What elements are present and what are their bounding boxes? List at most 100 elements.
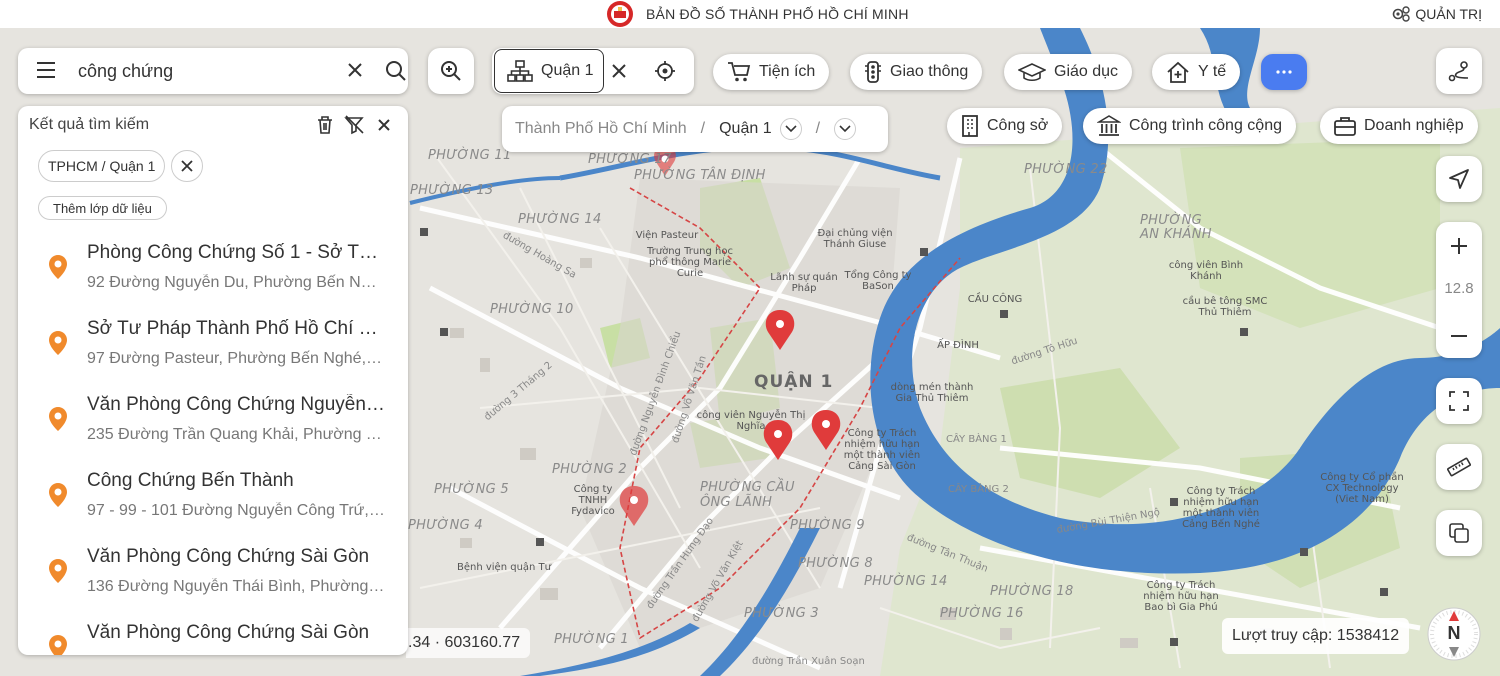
zoom-in-button[interactable] — [1436, 224, 1482, 268]
locate-region-button[interactable] — [654, 60, 676, 87]
map-poi-label: công viên Nguyễn Thị Nghĩa — [696, 410, 806, 432]
region-button[interactable]: Quận 1 — [494, 49, 604, 93]
region-label: Quận 1 — [541, 62, 594, 79]
category-tien-ich[interactable]: Tiện ích — [713, 54, 830, 90]
compass-button[interactable]: N — [1426, 606, 1482, 662]
map-poi-label: Tổng Công ty BaSon — [844, 270, 912, 292]
app-title: BẢN ĐỒ SỐ THÀNH PHỐ HỒ CHÍ MINH — [646, 6, 909, 22]
search-results-panel: Kết quả tìm kiếm TPHCM / Quận 1 Thêm lớp… — [18, 106, 408, 655]
map-poi-label: Bệnh viện quận Tư — [456, 562, 551, 573]
map-poi-label: công viên Bình Khánh — [1168, 260, 1244, 282]
breadcrumb-city[interactable]: Thành Phố Hồ Chí Minh — [515, 120, 687, 138]
breadcrumb-separator: / — [815, 120, 821, 137]
map-ward-label: PHƯỜNG 4 — [408, 518, 483, 533]
result-item[interactable]: Văn Phòng Công Chứng Sài Gòn 136 Đường N… — [18, 538, 408, 614]
close-panel-button[interactable] — [374, 115, 394, 135]
result-name: Phòng Công Chứng Số 1 - Sở Tư Pháp — [87, 242, 385, 263]
result-item[interactable]: Văn Phòng Công Chứng Sài Gòn — [18, 614, 408, 655]
close-icon — [612, 64, 626, 78]
result-item[interactable]: Công Chứng Bến Thành 97 - 99 - 101 Đường… — [18, 462, 408, 538]
result-name: Sở Tư Pháp Thành Phố Hồ Chí Minh — [87, 318, 385, 339]
measure-button[interactable] — [1436, 444, 1482, 490]
medical-house-icon — [1167, 61, 1189, 83]
more-categories-button[interactable] — [1261, 54, 1307, 90]
visit-counter: Lượt truy cập: 1538412 — [1222, 618, 1410, 654]
map-poi-label: Đại chủng viện Thánh Giuse — [817, 228, 893, 250]
district-dropdown-button[interactable] — [779, 118, 802, 140]
clear-search-button[interactable] — [346, 61, 364, 84]
category-cong-so[interactable]: Công sở — [947, 108, 1063, 144]
fullscreen-button[interactable] — [1436, 378, 1482, 424]
result-name: Công Chứng Bến Thành — [87, 470, 294, 491]
result-item[interactable]: Văn Phòng Công Chứng Nguyễn Huệ 235 Đườn… — [18, 386, 408, 462]
region-selector: Quận 1 — [492, 48, 694, 94]
add-data-layer-button[interactable]: Thêm lớp dữ liệu — [38, 196, 167, 220]
building-icon — [962, 115, 978, 137]
map-poi-label: Viện Pasteur — [635, 230, 699, 241]
results-list: Phòng Công Chứng Số 1 - Sở Tư Pháp 92 Đư… — [18, 234, 408, 655]
cart-icon — [728, 62, 751, 82]
map-street-label: CÂY BÀNG 2 — [948, 484, 1009, 495]
menu-button[interactable] — [36, 61, 56, 84]
zoom-in-search-icon — [441, 61, 461, 81]
category-cong-trinh-cong-cong[interactable]: Công trình công cộng — [1083, 108, 1296, 144]
zoom-level: 12.8 — [1444, 280, 1474, 297]
map-ward-label: PHƯỜNG 16 — [940, 606, 1024, 621]
category-giao-thong[interactable]: Giao thông — [850, 54, 983, 90]
traffic-light-icon — [865, 61, 881, 83]
map-ward-label: PHƯỜNG AN KHÁNH — [1140, 213, 1212, 242]
category-label: Tiện ích — [759, 63, 816, 80]
map-ward-label: PHƯỜNG 18 — [990, 584, 1074, 599]
crosshair-icon — [655, 61, 675, 81]
coordinate-readout: .34 · 603160.77 — [406, 628, 531, 658]
close-icon — [378, 119, 390, 131]
search-icon — [386, 61, 406, 81]
breadcrumb-separator: / — [700, 120, 706, 137]
zoom-control: 12.8 — [1436, 222, 1482, 358]
map-street-label: đường Trần Xuân Soạn — [752, 656, 865, 667]
navigation-arrow-icon — [1449, 169, 1469, 189]
fullscreen-icon — [1449, 391, 1469, 411]
ward-dropdown-button[interactable] — [834, 118, 857, 140]
route-icon — [1448, 61, 1469, 82]
result-item[interactable]: Phòng Công Chứng Số 1 - Sở Tư Pháp 92 Đư… — [18, 234, 408, 310]
public-building-icon — [1097, 115, 1121, 136]
map-ward-label: PHƯỜNG 2 — [552, 462, 627, 477]
plus-icon — [1451, 238, 1467, 254]
clear-region-button[interactable] — [610, 62, 628, 85]
category-label: Giao thông — [890, 63, 969, 80]
location-pin-icon — [49, 483, 67, 507]
search-input[interactable] — [78, 58, 318, 84]
result-item[interactable]: Sở Tư Pháp Thành Phố Hồ Chí Minh 97 Đườn… — [18, 310, 408, 386]
zoom-out-button[interactable] — [1436, 314, 1482, 358]
map-poi-label: Công ty Trách nhiệm hữu hạn một thành vi… — [843, 428, 921, 472]
clear-filter-button[interactable] — [344, 115, 364, 135]
result-address: 136 Đường Nguyễn Thái Bình, Phường Nguyễ… — [87, 578, 385, 595]
breadcrumb-district[interactable]: Quận 1 — [719, 120, 771, 138]
route-button[interactable] — [1436, 48, 1482, 94]
my-location-button[interactable] — [1436, 156, 1482, 202]
search-button[interactable] — [384, 59, 408, 88]
results-header: Kết quả tìm kiếm — [18, 106, 408, 144]
zoom-search-button[interactable] — [428, 48, 474, 94]
layers-button[interactable] — [1436, 510, 1482, 556]
map-poi-label: Trường Trung học phổ thông Marie Curie — [647, 246, 733, 279]
result-name: Văn Phòng Công Chứng Sài Gòn — [87, 622, 370, 643]
result-name: Văn Phòng Công Chứng Sài Gòn — [87, 546, 370, 567]
briefcase-icon — [1334, 117, 1356, 136]
map-ward-label: PHƯỜNG 22 — [1024, 162, 1108, 177]
category-giao-duc[interactable]: Giáo dục — [1004, 54, 1133, 90]
remove-filter-button[interactable] — [171, 150, 204, 182]
map-ward-label: PHƯỜNG 11 — [428, 148, 512, 163]
category-doanh-nghiep[interactable]: Doanh nghiệp — [1320, 108, 1478, 144]
area-filter-tag: TPHCM / Quận 1 — [38, 150, 166, 182]
category-y-te[interactable]: Y tế — [1152, 54, 1241, 90]
close-icon — [181, 160, 194, 172]
location-pin-icon — [49, 407, 67, 431]
results-title: Kết quả tìm kiếm — [29, 116, 150, 133]
map-poi-label: Lãnh sự quán Pháp — [770, 272, 838, 294]
admin-link[interactable]: QUẢN TRỊ — [1391, 5, 1482, 23]
category-label: Giáo dục — [1054, 63, 1119, 80]
delete-results-button[interactable] — [316, 115, 334, 135]
map-poi-label: Công ty Trách nhiệm hữu hạn một thành vi… — [1182, 486, 1260, 530]
